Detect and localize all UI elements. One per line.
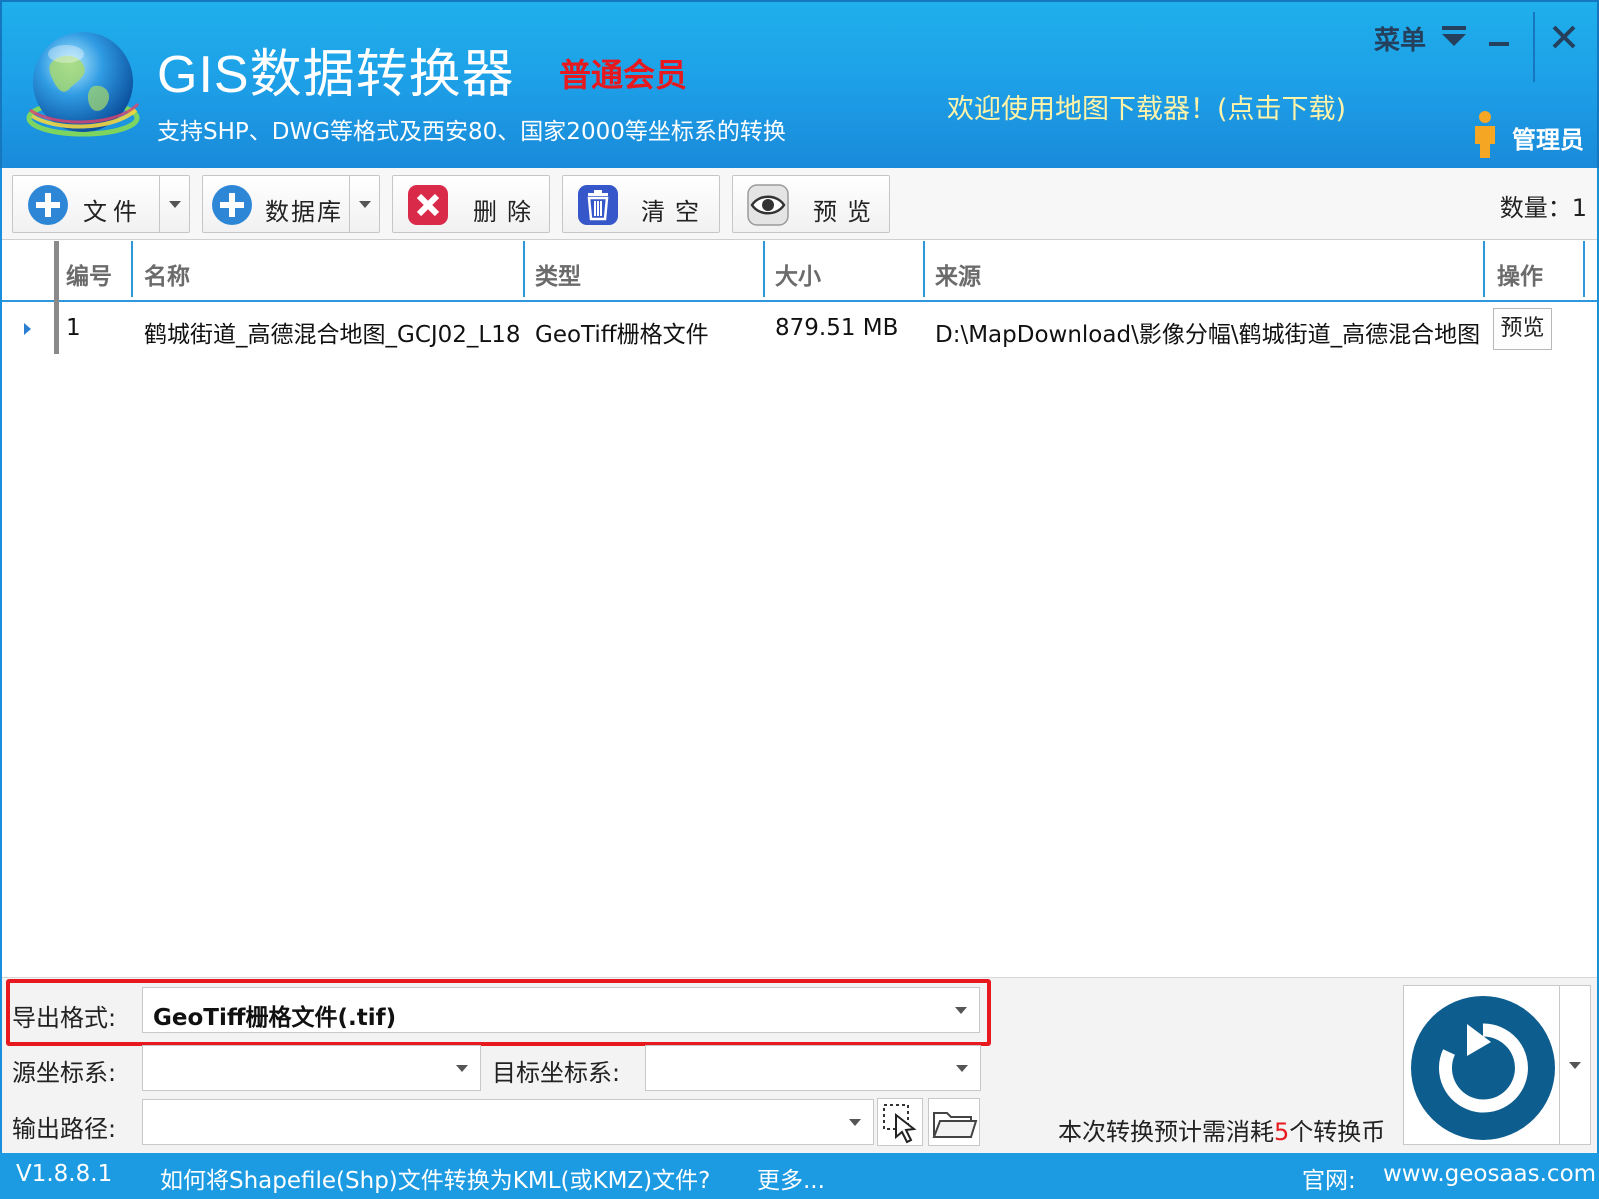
add-file-icon (28, 185, 68, 225)
output-path-input[interactable] (142, 1099, 874, 1145)
preview-label: 预览 (813, 198, 881, 226)
browse-folder-button[interactable] (928, 1098, 980, 1146)
website-label: 官网: (1302, 1168, 1356, 1194)
user-icon (1475, 111, 1495, 158)
menu-button[interactable]: 菜单 (1374, 20, 1426, 57)
trash-icon (578, 185, 618, 225)
column-header-type[interactable]: 类型 (535, 257, 581, 291)
current-row-arrow-icon (24, 323, 31, 335)
column-header-action[interactable]: 操作 (1497, 257, 1543, 291)
column-divider[interactable] (1483, 241, 1485, 297)
cell-name: 鹤城街道_高德混合地图_GCJ02_L18 (144, 322, 519, 348)
column-header-size[interactable]: 大小 (775, 257, 821, 291)
add-file-button[interactable]: 文件 (12, 175, 190, 233)
membership-badge: 普通会员 (559, 56, 688, 94)
target-crs-label: 目标坐标系: (492, 1059, 621, 1087)
cost-suffix: 个转换币 (1289, 1118, 1386, 1146)
output-path-label: 输出路径: (12, 1115, 117, 1143)
target-crs-select[interactable] (645, 1045, 981, 1091)
window-control-divider (1533, 12, 1535, 82)
help-article-link[interactable]: 如何将Shapefile(Shp)文件转换为KML(或KMZ)文件? (160, 1161, 710, 1195)
column-divider[interactable] (763, 241, 765, 297)
status-bar: V1.8.8.1 如何将Shapefile(Shp)文件转换为KML(或KMZ)… (0, 1153, 1599, 1199)
minimize-button[interactable] (1484, 22, 1514, 52)
source-crs-select[interactable] (142, 1045, 481, 1091)
version-label: V1.8.8.1 (16, 1161, 113, 1187)
cost-amount: 5 (1274, 1118, 1290, 1146)
convert-options-dropdown[interactable] (1559, 986, 1591, 1144)
cost-prefix: 本次转换预计需消耗 (1058, 1118, 1274, 1146)
column-header-source[interactable]: 来源 (935, 257, 981, 291)
delete-icon (408, 185, 448, 225)
cell-size: 879.51 MB (775, 315, 899, 341)
table-header: 编号 名称 类型 大小 来源 操作 (2, 241, 1597, 302)
item-count: 数量：1 (1499, 194, 1587, 222)
preview-button[interactable]: 预览 (732, 175, 890, 233)
column-header-no[interactable]: 编号 (66, 257, 112, 291)
add-file-label: 文件 (83, 198, 143, 226)
row-preview-button[interactable]: 预览 (1493, 308, 1552, 350)
user-name[interactable]: 管理员 (1512, 120, 1584, 155)
add-database-icon (212, 185, 252, 225)
column-divider[interactable] (523, 241, 525, 297)
cell-type: GeoTiff栅格文件 (535, 322, 709, 348)
convert-button[interactable] (1409, 994, 1557, 1142)
add-database-label: 数据库 (265, 198, 343, 226)
add-database-button[interactable]: 数据库 (202, 175, 380, 233)
column-divider[interactable] (923, 241, 925, 297)
chevron-down-icon (849, 1119, 861, 1126)
delete-label: 删除 (473, 198, 541, 226)
cell-no: 1 (66, 315, 81, 341)
convert-button-group (1403, 985, 1591, 1145)
add-database-dropdown[interactable] (349, 176, 379, 232)
source-crs-label: 源坐标系: (12, 1059, 117, 1087)
website-link[interactable]: www.geosaas.com (1383, 1161, 1596, 1187)
toolbar: 文件 数据库 删除 清空 预览 数量：1 (2, 168, 1597, 240)
delete-button[interactable]: 删除 (392, 175, 550, 233)
title-bar: GIS数据转换器 普通会员 支持SHP、DWG等格式及西安80、国家2000等坐… (0, 0, 1599, 168)
clear-button[interactable]: 清空 (562, 175, 720, 233)
column-header-name[interactable]: 名称 (144, 257, 190, 291)
close-icon[interactable] (1547, 20, 1581, 54)
column-divider[interactable] (1583, 241, 1585, 297)
globe-logo-icon (26, 32, 140, 137)
more-link[interactable]: 更多... (757, 1161, 825, 1195)
map-downloader-link[interactable]: 欢迎使用地图下载器！(点击下载) (947, 87, 1346, 126)
menu-dropdown-icon[interactable] (1442, 25, 1466, 47)
highlight-box (6, 979, 991, 1046)
folder-open-icon (932, 1112, 978, 1138)
add-file-dropdown[interactable] (159, 176, 189, 232)
app-title: GIS数据转换器 (157, 46, 515, 104)
chevron-down-icon (956, 1065, 968, 1072)
conversion-cost-text: 本次转换预计需消耗5个转换币 (1058, 1112, 1385, 1147)
table-row[interactable]: 1 鹤城街道_高德混合地图_GCJ02_L18 GeoTiff栅格文件 879.… (2, 303, 1597, 355)
cell-source: D:\MapDownload\影像分幅\鹤城街道_高德混合地图 (935, 322, 1480, 348)
column-divider[interactable] (131, 241, 133, 297)
clear-label: 清空 (641, 198, 709, 226)
app-subtitle: 支持SHP、DWG等格式及西安80、国家2000等坐标系的转换 (157, 119, 786, 145)
chevron-down-icon (456, 1065, 468, 1072)
eye-icon (747, 184, 789, 226)
select-pointer-icon (883, 1104, 917, 1144)
select-area-button[interactable] (877, 1098, 923, 1146)
file-table: 编号 名称 类型 大小 来源 操作 1 鹤城街道_高德混合地图_GCJ02_L1… (2, 241, 1597, 977)
